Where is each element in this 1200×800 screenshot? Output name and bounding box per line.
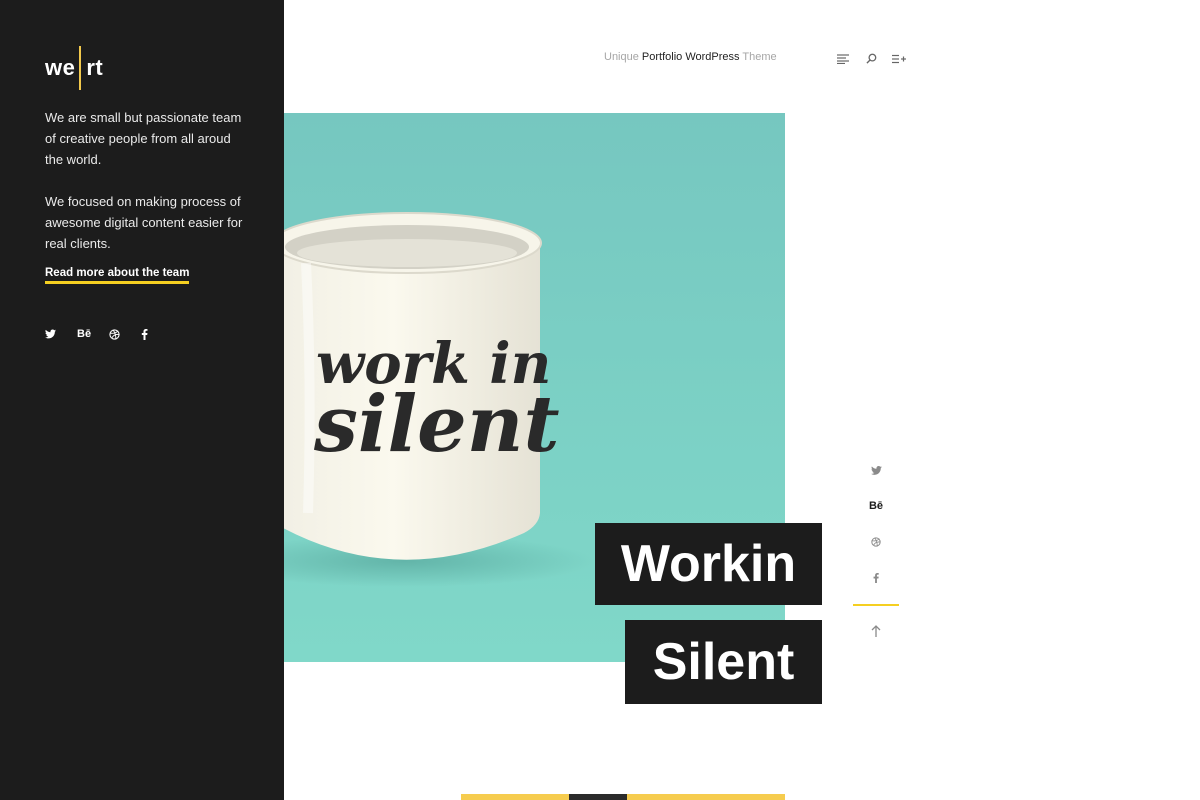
logo-right: rt	[86, 55, 104, 80]
next-item-preview[interactable]	[461, 794, 785, 800]
site-tagline: Unique Portfolio WordPress Theme	[604, 51, 777, 63]
share-facebook-icon[interactable]	[853, 560, 899, 596]
hero-title-line2: Silent	[625, 620, 822, 704]
share-behance-label: Bē	[868, 500, 884, 512]
read-more-link[interactable]: Read more about the team	[45, 267, 190, 284]
next-item-preview-center	[569, 794, 627, 800]
scroll-top-arrow-icon[interactable]	[853, 620, 899, 642]
behance-label: Bē	[77, 328, 92, 340]
sidebar-social-links: Bē	[45, 326, 173, 342]
logo-divider	[79, 46, 82, 90]
share-column: Bē	[853, 452, 899, 642]
dribbble-icon[interactable]	[109, 326, 141, 342]
logo-left: we	[45, 55, 76, 80]
hero-title-line1: Workin	[595, 523, 822, 605]
about-paragraph-2: We focused on making process of awesome …	[45, 194, 243, 251]
share-behance-icon[interactable]: Bē	[853, 488, 899, 524]
twitter-icon[interactable]	[45, 326, 77, 342]
tagline-suffix: Theme	[742, 51, 777, 63]
facebook-icon[interactable]	[141, 326, 173, 342]
share-twitter-icon[interactable]	[853, 452, 899, 488]
about-text: We are small but passionate team of crea…	[45, 107, 250, 254]
about-paragraph-1: We are small but passionate team of crea…	[45, 110, 242, 167]
sidebar: we rt We are small but passionate team o…	[0, 0, 284, 800]
logo[interactable]: we rt	[45, 46, 103, 90]
tagline-prefix: Unique	[604, 51, 639, 63]
menu-lines-icon[interactable]	[836, 52, 850, 65]
playlist-add-icon[interactable]	[892, 52, 906, 65]
tagline-emphasis: Portfolio WordPress	[641, 51, 740, 63]
share-dribbble-icon[interactable]	[853, 524, 899, 560]
behance-icon[interactable]: Bē	[77, 326, 109, 342]
search-icon[interactable]	[864, 52, 878, 65]
header-tools	[836, 52, 906, 65]
share-divider	[853, 604, 899, 606]
mug-text-line2: silent	[313, 379, 560, 470]
